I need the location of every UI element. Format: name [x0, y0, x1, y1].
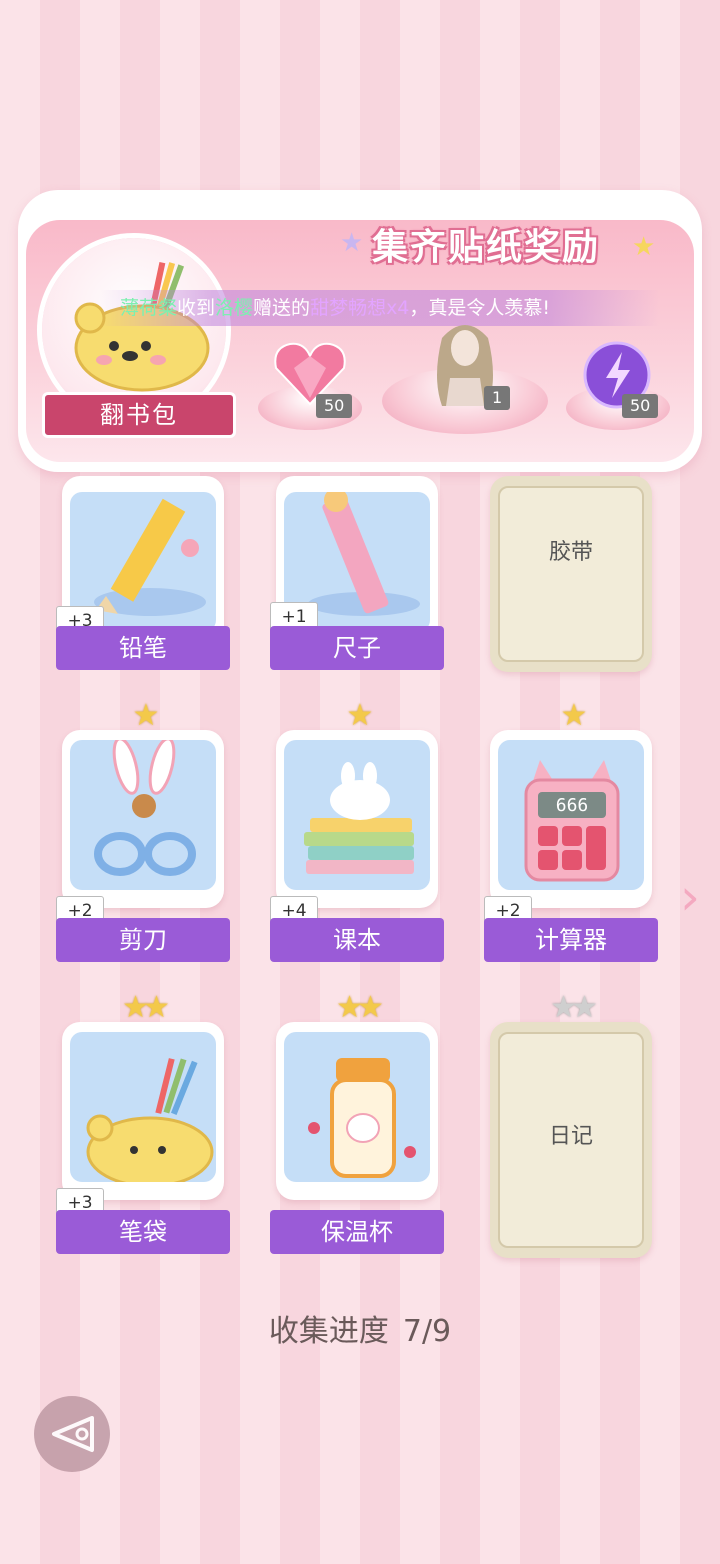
star-rating: ★	[132, 698, 160, 733]
progress-value: 7/9	[402, 1314, 452, 1349]
next-page-arrow-icon[interactable]: ›	[680, 868, 700, 926]
progress-label: 收集进度	[268, 1314, 389, 1349]
sticker-name: 尺子	[270, 626, 444, 670]
ticker-text-3: ，真是令人羡慕!	[409, 297, 551, 319]
sticker-name: 铅笔	[56, 626, 230, 670]
ticker-giver: 洛樱	[215, 297, 254, 319]
calculator-icon: 666	[524, 760, 620, 882]
sticker-card-pencil[interactable]: +3 铅笔	[56, 476, 230, 676]
back-arrow-icon	[52, 1416, 94, 1452]
sticker-card-calculator[interactable]: 666 +2 计算器	[484, 730, 658, 962]
sticker-card-thermos[interactable]: 保温杯	[270, 1022, 444, 1254]
card-image	[284, 740, 430, 890]
thermos-icon	[308, 1058, 416, 1178]
reward-count-3: 50	[622, 394, 659, 418]
card-image: 666	[498, 740, 644, 890]
star-rating: ★	[560, 698, 588, 733]
sticker-card-pencil-case[interactable]: +3 笔袋	[56, 1022, 230, 1254]
star-rating: ★★	[336, 990, 384, 1025]
sticker-card-diary[interactable]: 日记	[484, 1022, 658, 1258]
sticker-name: 保温杯	[270, 1210, 444, 1254]
purple-star-icon: ★	[340, 228, 364, 258]
pencil-case-icon	[86, 1058, 214, 1182]
sticker-card-textbook[interactable]: +4 课本	[270, 730, 444, 962]
sticker-card-scissors[interactable]: +2 剪刀	[56, 730, 230, 962]
sticker-name: 计算器	[484, 918, 658, 962]
scissors-icon	[94, 740, 196, 876]
back-button[interactable]	[34, 1396, 110, 1472]
ticker-sender: 薄荷粲	[120, 297, 178, 319]
locked-sticker-name: 胶带	[548, 540, 593, 565]
yellow-star-icon: ★	[632, 232, 656, 262]
card-image	[284, 1032, 430, 1182]
gift-ticker: 薄荷粲收到洛樱赠送的甜梦畅想x4，真是令人羡慕!	[100, 290, 660, 326]
svg-text:666: 666	[556, 795, 589, 816]
star-rating: ★★	[550, 990, 598, 1025]
reward-count-2: 1	[484, 386, 511, 410]
sticker-card-tape[interactable]: 胶带	[484, 476, 658, 676]
flip-bag-button[interactable]: 翻书包	[42, 392, 236, 438]
ticker-gift: 甜梦畅想x4	[310, 297, 410, 319]
star-rating: ★★	[122, 990, 170, 1025]
reward-count-1: 50	[316, 394, 353, 418]
sticker-name: 笔袋	[56, 1210, 230, 1254]
sticker-name: 剪刀	[56, 918, 230, 962]
locked-sticker-name: 日记	[548, 1124, 593, 1149]
banner-title: 集齐贴纸奖励	[372, 227, 601, 268]
sticker-name: 课本	[270, 918, 444, 962]
collection-progress: 收集进度 7/9	[0, 1306, 720, 1350]
ticker-text-1: 收到	[177, 297, 216, 319]
card-image	[70, 740, 216, 890]
textbook-icon	[304, 762, 414, 874]
ticker-text-2: 赠送的	[253, 297, 311, 319]
card-image	[70, 1032, 216, 1182]
star-rating: ★	[346, 698, 374, 733]
locked-paper	[498, 486, 644, 662]
sticker-card-ruler[interactable]: +1 尺子	[270, 476, 444, 676]
